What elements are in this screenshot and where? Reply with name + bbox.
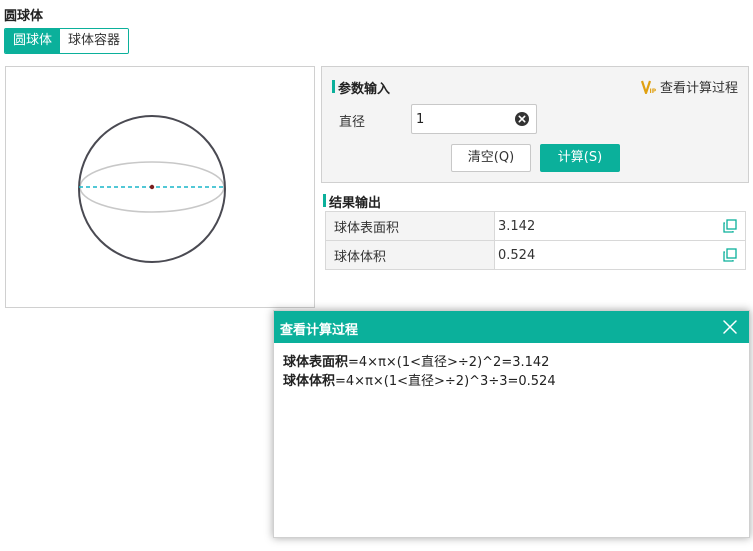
dialog-title: 查看计算过程 xyxy=(280,323,359,338)
sphere-figure xyxy=(5,66,315,308)
clear-button[interactable]: 清空(Q) xyxy=(451,144,531,172)
dialog-header: 查看计算过程 xyxy=(274,311,749,343)
sphere-center-point xyxy=(149,184,155,190)
tab-sphere[interactable]: 圆球体 xyxy=(5,29,61,53)
view-calculation-process-link[interactable]: IP 查看计算过程 xyxy=(640,77,738,96)
formula-line-surface-area: 球体表面积=4×π×(1<直径>÷2)^2=3.142 xyxy=(283,353,749,372)
vip-icon: IP xyxy=(640,80,657,94)
diameter-label: 直径 xyxy=(339,115,366,130)
diameter-input-wrapper xyxy=(411,104,537,134)
copy-icon[interactable] xyxy=(723,248,737,262)
calculation-process-dialog: 查看计算过程 球体表面积=4×π×(1<直径>÷2)^2=3.142 球体体积=… xyxy=(273,310,750,538)
formula-name: 球体体积 xyxy=(283,374,336,389)
view-calculation-process-label: 查看计算过程 xyxy=(659,81,738,96)
parameter-input-panel: 参数输入 IP 查看计算过程 直径 清空(Q) 计算(S) xyxy=(321,66,749,183)
formula-line-volume: 球体体积=4×π×(1<直径>÷2)^3÷3=0.524 xyxy=(283,372,749,391)
dialog-body: 球体表面积=4×π×(1<直径>÷2)^2=3.142 球体体积=4×π×(1<… xyxy=(274,343,749,391)
copy-icon[interactable] xyxy=(723,219,737,233)
table-row: 球体表面积 3.142 xyxy=(325,211,746,241)
page-title: 圆球体 xyxy=(4,9,44,24)
result-cell-surface-area: 3.142 xyxy=(494,211,746,241)
tab-sphere-container[interactable]: 球体容器 xyxy=(60,29,129,53)
table-row: 球体体积 0.524 xyxy=(325,240,746,270)
result-value-surface-area: 3.142 xyxy=(498,218,536,234)
result-section-title: 结果输出 xyxy=(323,192,381,211)
result-value-volume: 0.524 xyxy=(498,247,536,263)
formula-text: =4×π×(1<直径>÷2)^3÷3=0.524 xyxy=(335,374,556,389)
formula-text: =4×π×(1<直径>÷2)^2=3.142 xyxy=(348,355,550,370)
formula-name: 球体表面积 xyxy=(283,355,349,370)
result-label-surface-area: 球体表面积 xyxy=(325,211,495,241)
diameter-input[interactable] xyxy=(412,105,512,133)
calculate-button[interactable]: 计算(S) xyxy=(540,144,620,172)
param-section-title: 参数输入 xyxy=(332,78,390,97)
svg-text:IP: IP xyxy=(649,88,656,94)
result-label-volume: 球体体积 xyxy=(325,240,495,270)
tab-bar: 圆球体 球体容器 xyxy=(4,28,130,54)
result-cell-volume: 0.524 xyxy=(494,240,746,270)
sphere-diagram xyxy=(78,115,226,263)
clear-input-icon[interactable] xyxy=(515,112,529,126)
result-table: 球体表面积 3.142 球体体积 0.524 xyxy=(325,211,746,270)
close-icon[interactable] xyxy=(723,320,737,334)
